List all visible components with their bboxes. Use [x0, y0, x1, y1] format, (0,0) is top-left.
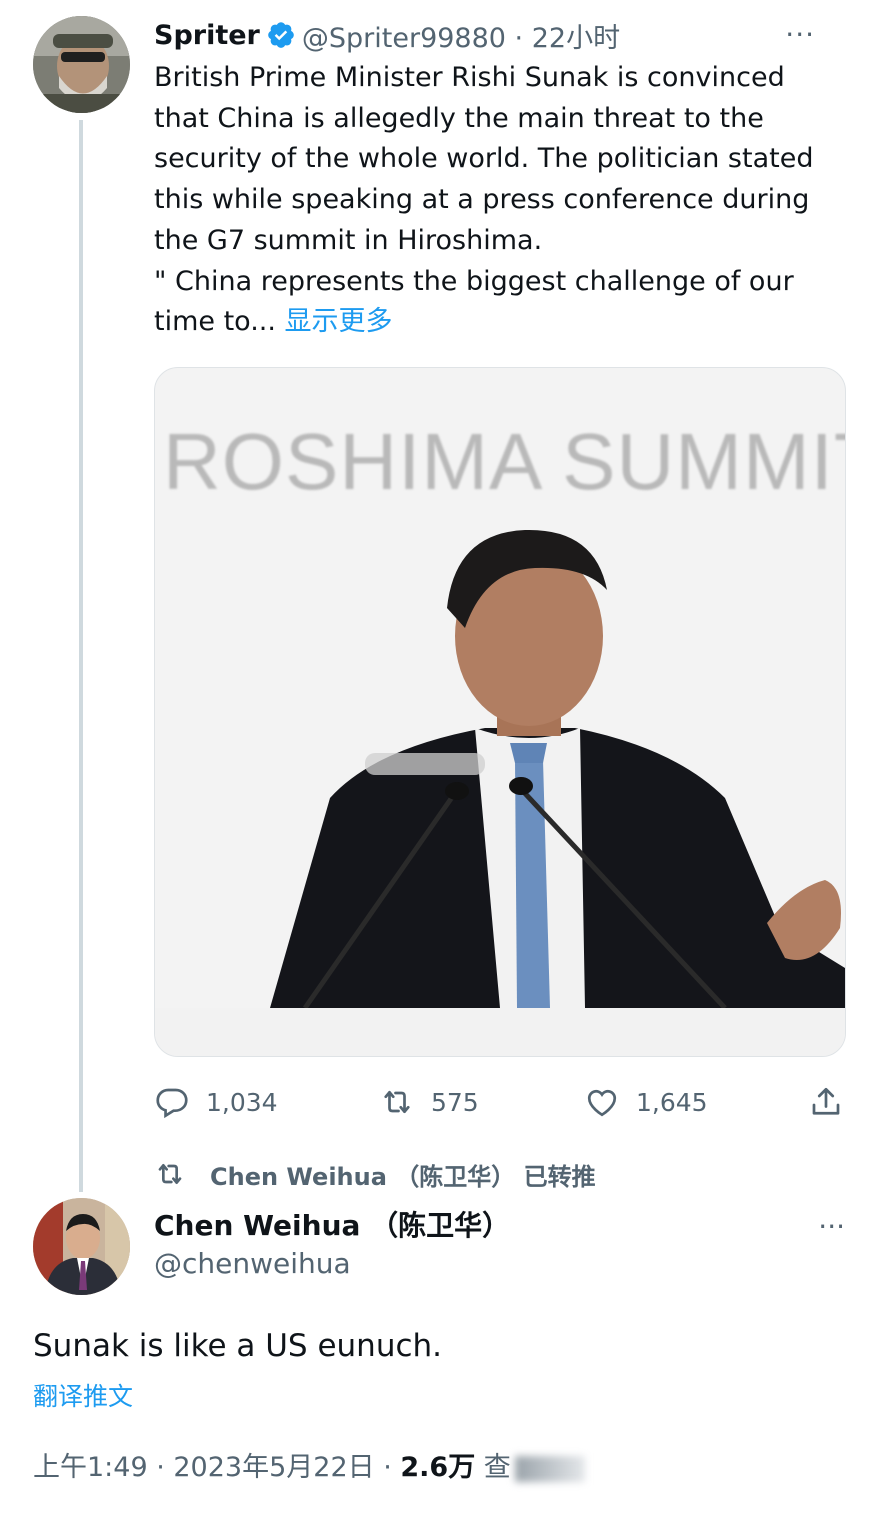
thread-connector-line: [79, 120, 83, 1192]
author-handle[interactable]: @chenweihua: [154, 1247, 351, 1280]
like-count: 1,645: [636, 1087, 708, 1117]
share-icon: [812, 1087, 840, 1115]
tweet-timestamp[interactable]: 上午1:49 · 2023年5月22日 ·: [33, 1452, 400, 1483]
retweet-count: 575: [431, 1087, 479, 1117]
verified-badge-icon: [266, 20, 296, 50]
reply-button[interactable]: 1,034: [154, 1080, 278, 1124]
tweet-meta: 上午1:49 · 2023年5月22日 · 2.6万 查: [33, 1445, 585, 1484]
tweet-text-truncated: time to...: [154, 306, 285, 338]
reply-bubble-icon: [156, 1088, 188, 1119]
tweet-text: Sunak is like a US eunuch.: [33, 1328, 443, 1364]
tweet-action-bar: 1,034 575 1,645: [154, 1080, 854, 1124]
heart-icon: [587, 1089, 617, 1117]
tweet-text-line: security of the whole world. The politic…: [154, 143, 814, 175]
author-avatar[interactable]: [33, 1198, 130, 1295]
speaker-photo: [155, 529, 845, 1056]
tweet-text-line: British Prime Minister Rishi Sunak is co…: [154, 62, 785, 93]
author-avatar[interactable]: [33, 16, 130, 113]
tweet-header: Spriter @Spriter99880 · 22小时 ···: [154, 14, 851, 56]
author-name[interactable]: Chen Weihua （陈卫华）: [154, 1204, 510, 1244]
more-options-icon[interactable]: ···: [785, 21, 815, 49]
author-name[interactable]: Spriter: [154, 20, 260, 51]
tweet-text-line: that China is allegedly the main threat …: [154, 102, 764, 134]
tweet-text-line: this while speaking at a press conferenc…: [154, 184, 810, 216]
tweet-media-photo[interactable]: ROSHIMA SUMMIT: [154, 367, 846, 1057]
more-options-icon[interactable]: ···: [818, 1210, 845, 1243]
retweet-icon: [158, 1164, 182, 1184]
show-more-link[interactable]: 显示更多: [285, 306, 393, 337]
blurred-watermark: [514, 1455, 585, 1482]
retweet-button[interactable]: 575: [379, 1080, 479, 1124]
tweet-text-line: the G7 summit in Hiroshima.: [154, 224, 543, 256]
tweet-text-line: time to... 显示更多: [154, 302, 854, 343]
author-handle-and-time[interactable]: @Spriter99880 · 22小时: [302, 16, 620, 55]
like-button[interactable]: 1,645: [584, 1080, 708, 1124]
tweet-text-line: " China represents the biggest challenge…: [154, 265, 794, 297]
retweeted-by-banner[interactable]: Chen Weihua （陈卫华） 已转推: [154, 1156, 596, 1192]
reply-count: 1,034: [206, 1087, 278, 1117]
view-count[interactable]: 2.6万: [400, 1452, 475, 1483]
retweet-icon: [384, 1090, 410, 1114]
share-button[interactable]: [808, 1080, 844, 1124]
retweeted-by-text: Chen Weihua （陈卫华） 已转推: [210, 1162, 596, 1191]
view-count-suffix: 查: [475, 1452, 511, 1483]
tweet-body: British Prime Minister Rishi Sunak is co…: [154, 58, 854, 343]
translate-tweet-link[interactable]: 翻译推文: [33, 1377, 133, 1413]
